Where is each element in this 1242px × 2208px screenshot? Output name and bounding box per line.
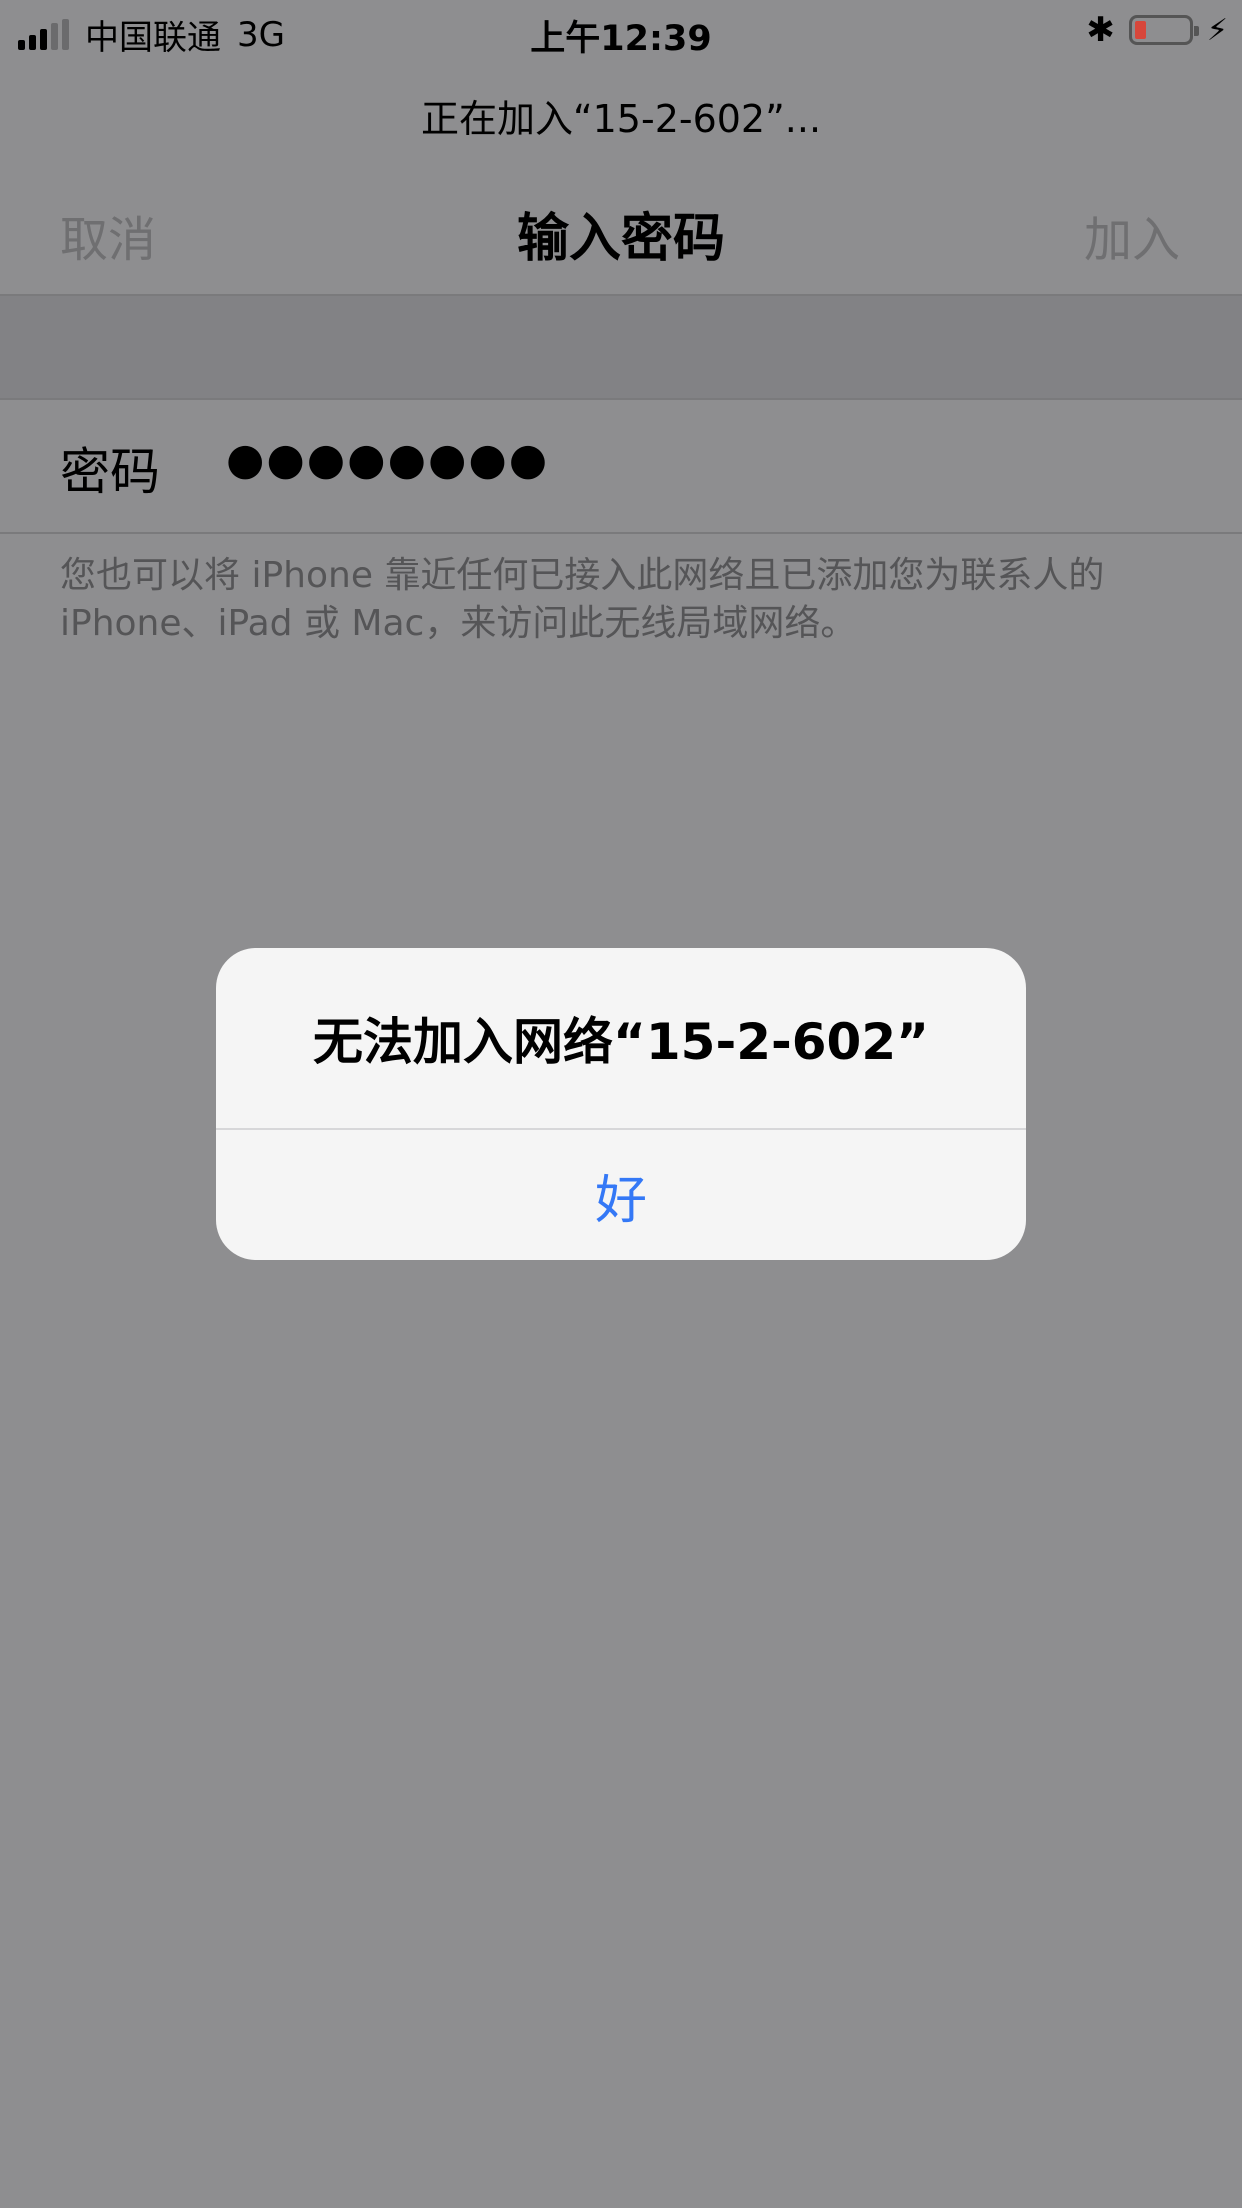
error-alert: 无法加入网络“15-2-602” 好 — [216, 948, 1026, 1260]
alert-ok-button[interactable]: 好 — [216, 1130, 1026, 1260]
password-field[interactable]: ●●●●●●●● — [226, 434, 549, 485]
password-sharing-hint: 您也可以将 iPhone 靠近任何已接入此网络且已添加您为联系人的 iPhone… — [60, 555, 1105, 644]
charging-icon: ⚡ — [1206, 12, 1228, 48]
password-row[interactable]: 密码 ●●●●●●●● — [0, 400, 1242, 534]
page-title: 输入密码 — [516, 209, 725, 269]
section-spacer — [0, 296, 1242, 400]
battery-level — [1134, 21, 1146, 39]
alert-title: 无法加入网络“15-2-602” — [313, 1013, 929, 1071]
joining-network-text: 正在加入“15-2-602”... — [420, 97, 822, 141]
status-bar: 中国联通 3G 上午12:39 ✱ ⚡ — [0, 0, 1242, 62]
status-right: ✱ ⚡ — [1086, 10, 1228, 50]
navigation-bar: 取消 输入密码 加入 — [0, 178, 1242, 296]
wifi-password-screen: 中国联通 3G 上午12:39 ✱ ⚡ 正在加入“15-2-602”... 取消… — [0, 0, 1242, 2208]
bluetooth-icon: ✱ — [1086, 10, 1115, 50]
password-label: 密码 — [60, 443, 160, 501]
join-button[interactable]: 加入 — [1084, 200, 1180, 270]
status-time: 上午12:39 — [530, 19, 712, 59]
battery-icon — [1128, 15, 1199, 45]
